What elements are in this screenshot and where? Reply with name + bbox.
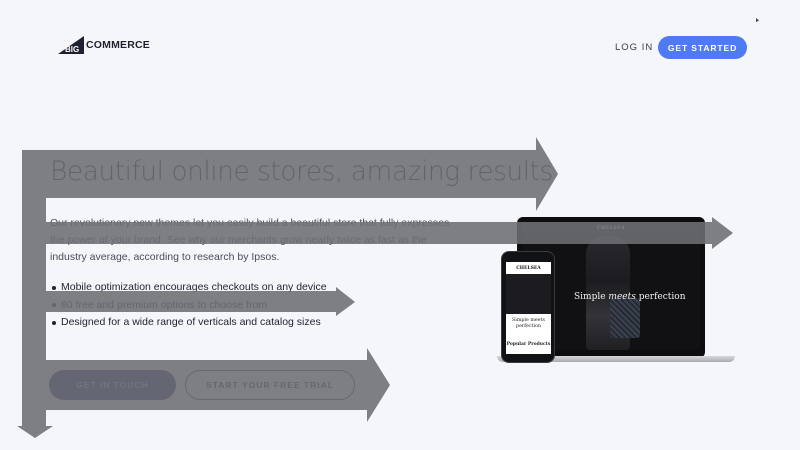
bullet-icon <box>52 303 56 308</box>
phone-hero-photo <box>506 274 551 314</box>
laptop-store-brand: CHELSEA <box>596 225 626 231</box>
arrow-shaft <box>17 222 53 438</box>
login-link[interactable]: LOG IN <box>615 42 653 53</box>
list-item: Designed for a wide range of verticals a… <box>52 314 327 332</box>
list-item: 80 free and premium options to choose fr… <box>52 297 327 315</box>
hero-paragraph: Our revolutionary new themes let you eas… <box>50 217 450 263</box>
bigcommerce-logo[interactable]: BIG COMMERCE <box>58 36 150 54</box>
tagline-em: meets <box>608 292 636 302</box>
list-item-text: 80 free and premium options to choose fr… <box>61 298 268 311</box>
logo-prefix: BIG <box>65 45 79 54</box>
logo-text: COMMERCE <box>86 39 151 51</box>
logo-triangle-icon: BIG <box>58 36 84 54</box>
tagline-post: perfection <box>635 292 686 302</box>
hero-headline: Beautiful online stores, amazing results <box>50 156 553 187</box>
phone-screen: CHELSEA Simple meets perfection Popular … <box>506 262 551 354</box>
phone-store-tagline: Simple meets perfection <box>512 318 545 329</box>
phone-store-brand: CHELSEA <box>516 266 541 271</box>
list-item: Mobile optimization encourages checkouts… <box>52 279 327 297</box>
phone-mockup: CHELSEA Simple meets perfection Popular … <box>501 251 555 363</box>
phone-section-title: Popular Products <box>506 342 551 347</box>
get-in-touch-button[interactable]: GET IN TOUCH <box>49 370 176 400</box>
list-item-text: Mobile optimization encourages checkouts… <box>61 281 327 293</box>
laptop-store-nav: CHELSEA <box>522 222 700 234</box>
handbag-photo <box>610 298 640 338</box>
bullet-icon <box>52 285 56 290</box>
start-free-trial-button[interactable]: START YOUR FREE TRIAL <box>185 370 355 400</box>
feature-list: Mobile optimization encourages checkouts… <box>52 279 327 332</box>
laptop-store-tagline: Simple meets perfection <box>574 292 686 302</box>
bullet-icon <box>52 320 56 325</box>
tagline-pre: Simple <box>574 292 609 302</box>
cursor-icon <box>756 18 759 22</box>
get-started-button[interactable]: GET STARTED <box>658 36 747 59</box>
list-item-text: Designed for a wide range of verticals a… <box>61 316 321 328</box>
